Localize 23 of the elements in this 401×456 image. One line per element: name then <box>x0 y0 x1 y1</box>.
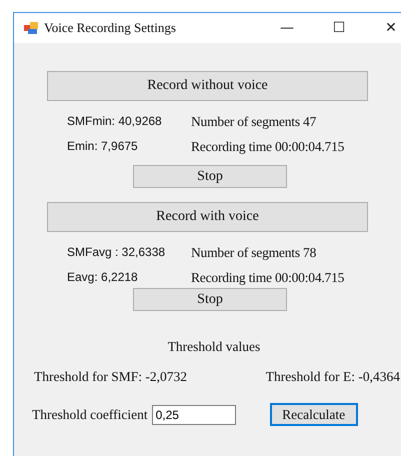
smf-threshold-label: Threshold for SMF: -2,0732 <box>34 369 187 385</box>
recording-time-label: Recording time 00:00:04.715 <box>191 270 346 286</box>
coefficient-field[interactable]: 0,25 <box>152 404 236 424</box>
close-button[interactable]: ✕ <box>368 20 401 36</box>
minimize-button[interactable]: — <box>264 20 310 36</box>
maximize-button[interactable]: ☐ <box>316 20 362 36</box>
stat-label: SMFmin: 40,9268 <box>67 114 163 130</box>
threshold-heading: Threshold values <box>168 339 260 355</box>
stat-label: Eavg: 6,2218 <box>67 270 139 286</box>
segments-label: Number of segments 78 <box>191 245 318 261</box>
recalculate-button[interactable]: Recalculate <box>270 403 358 426</box>
record-button[interactable]: Record without voice <box>47 71 368 101</box>
e-threshold-label: Threshold for E: -0,4364 <box>266 369 400 385</box>
window-title: Voice Recording Settings <box>44 20 177 36</box>
stat-label: SMFavg : 32,6338 <box>67 245 166 261</box>
stop-button[interactable]: Stop <box>133 165 287 188</box>
coefficient-label: Threshold coefficient <box>32 406 148 422</box>
segments-label: Number of segments 47 <box>191 114 318 130</box>
app-icon <box>24 21 38 35</box>
stop-button[interactable]: Stop <box>133 288 287 311</box>
stat-label: Emin: 7,9675 <box>67 139 139 155</box>
record-button[interactable]: Record with voice <box>47 202 368 232</box>
recording-time-label: Recording time 00:00:04.715 <box>191 139 346 155</box>
